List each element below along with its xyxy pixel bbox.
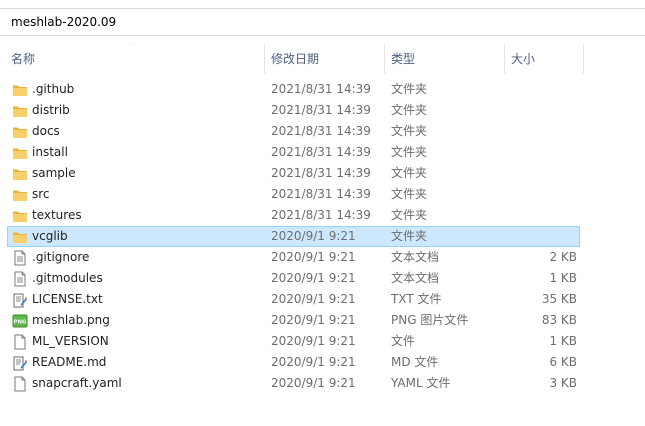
file-row[interactable]: .github 2021/8/31 14:39 文件夹 bbox=[7, 79, 580, 100]
file-row[interactable]: .gitmodules 2020/9/1 9:21 文本文档 1 KB bbox=[7, 268, 580, 289]
column-name-header[interactable]: 名称 bbox=[11, 44, 263, 74]
file-size: 83 KB bbox=[541, 313, 577, 327]
file-name: install bbox=[32, 145, 68, 159]
file-date: 2020/9/1 9:21 bbox=[271, 313, 356, 327]
file-size: 1 KB bbox=[549, 334, 577, 348]
address-bar[interactable]: meshlab-2020.09 bbox=[0, 8, 645, 36]
file-name: docs bbox=[32, 124, 60, 138]
blank-file-icon bbox=[12, 334, 28, 350]
text-file-icon bbox=[12, 271, 28, 287]
file-name: meshlab.png bbox=[32, 313, 110, 327]
column-divider[interactable] bbox=[504, 44, 505, 74]
column-size-header[interactable]: 大小 bbox=[511, 44, 581, 74]
file-row[interactable]: src 2021/8/31 14:39 文件夹 bbox=[7, 184, 580, 205]
file-date: 2021/8/31 14:39 bbox=[271, 124, 371, 138]
file-date: 2020/9/1 9:21 bbox=[271, 376, 356, 390]
file-name: snapcraft.yaml bbox=[32, 376, 122, 390]
column-divider[interactable] bbox=[264, 44, 265, 74]
file-row[interactable]: README.md 2020/9/1 9:21 MD 文件 6 KB bbox=[7, 352, 580, 373]
folder-icon bbox=[12, 187, 28, 203]
folder-icon bbox=[12, 124, 28, 140]
path-label: meshlab-2020.09 bbox=[11, 15, 117, 29]
column-divider[interactable] bbox=[583, 44, 584, 74]
file-name: ML_VERSION bbox=[32, 334, 109, 348]
file-date: 2021/8/31 14:39 bbox=[271, 187, 371, 201]
file-type: 文件夹 bbox=[391, 82, 428, 96]
file-name: LICENSE.txt bbox=[32, 292, 103, 306]
file-type: MD 文件 bbox=[391, 355, 439, 369]
folder-icon bbox=[12, 82, 28, 98]
file-name: vcglib bbox=[32, 229, 68, 243]
file-date: 2020/9/1 9:21 bbox=[271, 229, 356, 243]
column-header: 名称 修改日期 类型 大小 bbox=[0, 44, 645, 74]
file-size: 2 KB bbox=[549, 250, 577, 264]
folder-icon bbox=[12, 229, 28, 245]
file-type: 文本文档 bbox=[391, 250, 440, 264]
file-row[interactable]: LICENSE.txt 2020/9/1 9:21 TXT 文件 35 KB bbox=[7, 289, 580, 310]
folder-icon bbox=[12, 208, 28, 224]
png-image-icon: PNG bbox=[12, 313, 28, 329]
column-date-header[interactable]: 修改日期 bbox=[271, 44, 383, 74]
column-divider[interactable] bbox=[384, 44, 385, 74]
file-date: 2020/9/1 9:21 bbox=[271, 271, 356, 285]
folder-icon bbox=[12, 145, 28, 161]
text-file-icon bbox=[12, 250, 28, 266]
file-row[interactable]: distrib 2021/8/31 14:39 文件夹 bbox=[7, 100, 580, 121]
file-row[interactable]: docs 2021/8/31 14:39 文件夹 bbox=[7, 121, 580, 142]
file-size: 1 KB bbox=[549, 271, 577, 285]
file-date: 2021/8/31 14:39 bbox=[271, 103, 371, 117]
file-row[interactable]: textures 2021/8/31 14:39 文件夹 bbox=[7, 205, 580, 226]
file-type: TXT 文件 bbox=[391, 292, 442, 306]
folder-icon bbox=[12, 166, 28, 182]
file-row[interactable]: .gitignore 2020/9/1 9:21 文本文档 2 KB bbox=[7, 247, 580, 268]
file-date: 2021/8/31 14:39 bbox=[271, 166, 371, 180]
file-name: src bbox=[32, 187, 50, 201]
svg-text:PNG: PNG bbox=[13, 320, 27, 326]
file-type: 文件夹 bbox=[391, 208, 428, 222]
file-name: .gitmodules bbox=[32, 271, 103, 285]
folder-icon bbox=[12, 103, 28, 119]
file-type: 文件夹 bbox=[391, 166, 428, 180]
file-type: 文件夹 bbox=[391, 124, 428, 138]
file-type: 文件夹 bbox=[391, 229, 428, 243]
file-date: 2020/9/1 9:21 bbox=[271, 334, 356, 348]
file-name: .github bbox=[32, 82, 75, 96]
file-size: 3 KB bbox=[549, 376, 577, 390]
file-date: 2020/9/1 9:21 bbox=[271, 250, 356, 264]
blank-file-icon bbox=[12, 376, 28, 392]
edit-file-icon bbox=[12, 292, 28, 308]
file-size: 35 KB bbox=[541, 292, 577, 306]
file-name: .gitignore bbox=[32, 250, 90, 264]
file-name: sample bbox=[32, 166, 76, 180]
file-type: 文本文档 bbox=[391, 271, 440, 285]
file-date: 2020/9/1 9:21 bbox=[271, 355, 356, 369]
file-type: 文件夹 bbox=[391, 187, 428, 201]
file-name: README.md bbox=[32, 355, 107, 369]
file-row[interactable]: vcglib 2020/9/1 9:21 文件夹 bbox=[7, 226, 580, 247]
file-row[interactable]: sample 2021/8/31 14:39 文件夹 bbox=[7, 163, 580, 184]
file-date: 2020/9/1 9:21 bbox=[271, 292, 356, 306]
edit-file-icon bbox=[12, 355, 28, 371]
file-row[interactable]: snapcraft.yaml 2020/9/1 9:21 YAML 文件 3 KB bbox=[7, 373, 580, 394]
file-type: YAML 文件 bbox=[391, 376, 451, 390]
column-type-header[interactable]: 类型 bbox=[391, 44, 503, 74]
file-name: textures bbox=[32, 208, 82, 222]
file-name: distrib bbox=[32, 103, 70, 117]
file-row[interactable]: ML_VERSION 2020/9/1 9:21 文件 1 KB bbox=[7, 331, 580, 352]
file-type: 文件夹 bbox=[391, 103, 428, 117]
file-size: 6 KB bbox=[549, 355, 577, 369]
file-row[interactable]: PNG meshlab.png 2020/9/1 9:21 PNG 图片文件 83 KB bbox=[7, 310, 580, 331]
file-type: 文件 bbox=[391, 334, 416, 348]
file-date: 2021/8/31 14:39 bbox=[271, 82, 371, 96]
file-date: 2021/8/31 14:39 bbox=[271, 145, 371, 159]
file-type: PNG 图片文件 bbox=[391, 313, 469, 327]
file-row[interactable]: install 2021/8/31 14:39 文件夹 bbox=[7, 142, 580, 163]
file-type: 文件夹 bbox=[391, 145, 428, 159]
file-date: 2021/8/31 14:39 bbox=[271, 208, 371, 222]
